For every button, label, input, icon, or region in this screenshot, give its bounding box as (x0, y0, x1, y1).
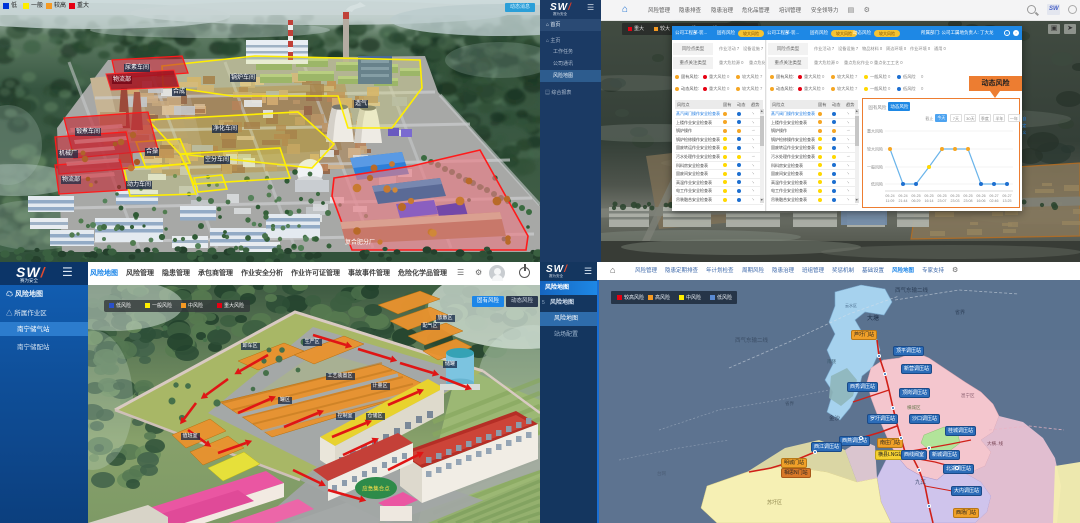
svg-text:一般风险: 一般风险 (867, 164, 883, 170)
svg-text:09-26: 09-26 (977, 194, 986, 198)
svg-text:09-27: 09-27 (1003, 194, 1012, 198)
svg-text:重大风险: 重大风险 (867, 128, 883, 134)
svg-text:13:25: 13:25 (1003, 199, 1012, 203)
svg-text:09-25: 09-25 (964, 194, 973, 198)
svg-text:06:29: 06:29 (912, 199, 921, 203)
svg-text:23:03: 23:03 (951, 199, 960, 203)
svg-text:09-24: 09-24 (899, 194, 908, 198)
svg-text:23:08: 23:08 (964, 199, 973, 203)
svg-text:21:44: 21:44 (899, 199, 908, 203)
svg-text:较大风险: 较大风险 (867, 146, 883, 152)
svg-text:09-24: 09-24 (886, 194, 895, 198)
svg-text:09-25: 09-25 (925, 194, 934, 198)
svg-text:02:46: 02:46 (990, 199, 999, 203)
svg-text:11:09: 11:09 (886, 199, 895, 203)
svg-text:09-27: 09-27 (990, 194, 999, 198)
svg-text:16:06: 16:06 (977, 199, 986, 203)
svg-text:09-25: 09-25 (951, 194, 960, 198)
svg-text:16:14: 16:14 (925, 199, 934, 203)
svg-text:应急集合点: 应急集合点 (362, 485, 390, 493)
svg-text:09-25: 09-25 (938, 194, 947, 198)
svg-text:低风险: 低风险 (871, 181, 883, 187)
svg-text:23:07: 23:07 (938, 199, 947, 203)
svg-text:09-25: 09-25 (912, 194, 921, 198)
